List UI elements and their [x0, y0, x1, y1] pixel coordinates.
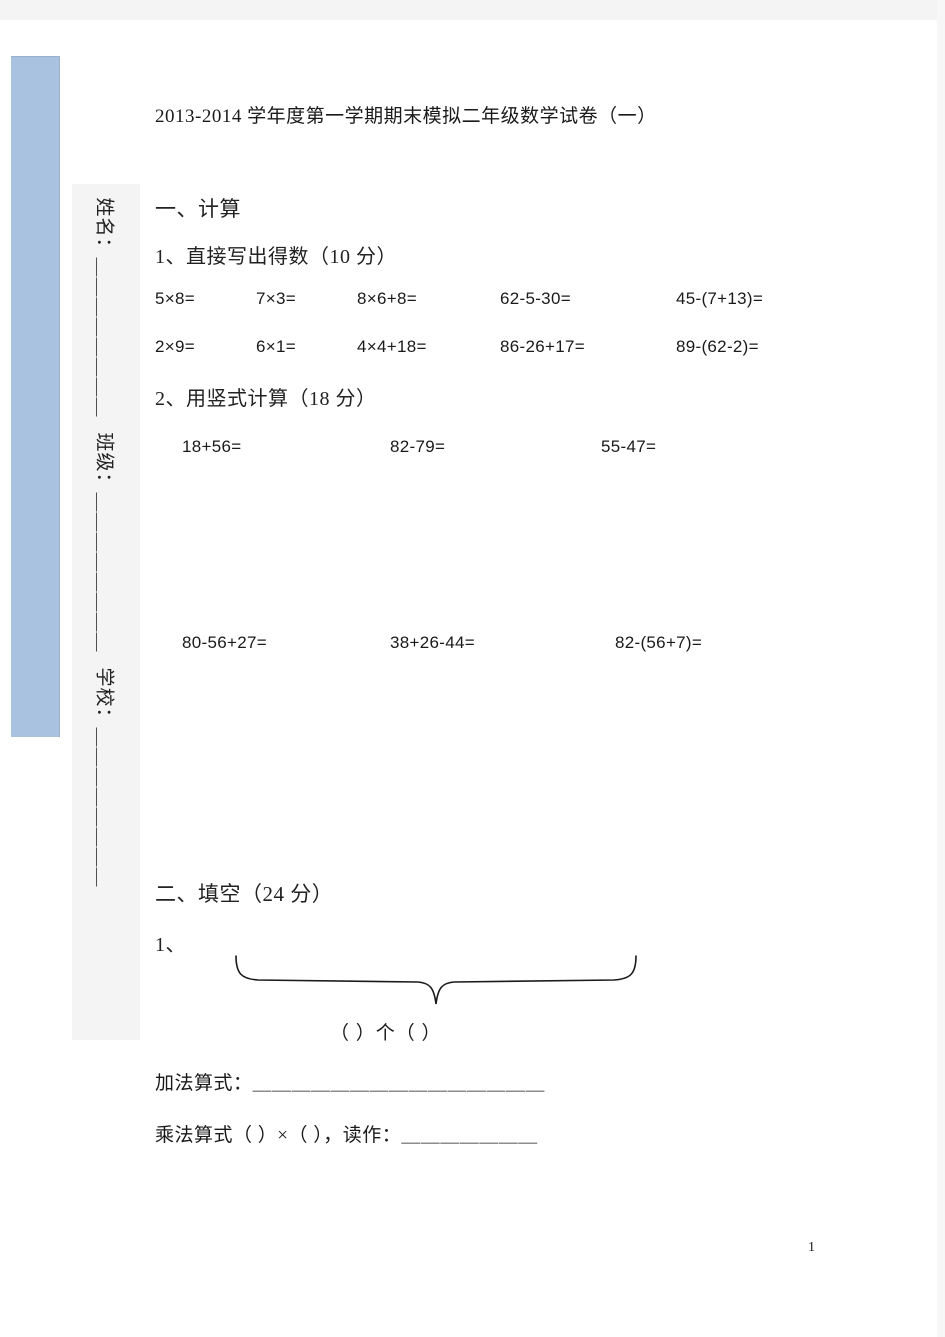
expression: 38+26-44= [390, 633, 475, 652]
section-heading-2: 二、填空（24 分） [155, 882, 334, 906]
curly-brace-diagram [232, 952, 640, 1010]
subsection-heading-1-1: 1、直接写出得数（10 分） [155, 246, 397, 268]
expression: 89-(62-2)= [676, 337, 759, 356]
curly-brace-icon [235, 955, 637, 1005]
expression: 55-47= [601, 437, 657, 456]
expression: 6×1= [256, 337, 296, 356]
document-content: 2013-2014 学年度第一学期期末模拟二年级数学试卷（一） 一、计算 1、直… [0, 0, 945, 1337]
expression: 80-56+27= [182, 633, 267, 652]
subsection-heading-2-1: 1、 [155, 934, 186, 956]
addition-formula-line[interactable]: 加法算式：＿＿＿＿＿＿＿＿＿＿＿＿＿＿＿ [155, 1068, 545, 1095]
expression: 18+56= [182, 437, 242, 456]
expression: 4×4+18= [357, 337, 427, 356]
expression: 62-5-30= [500, 289, 571, 308]
expression: 45-(7+13)= [676, 289, 764, 308]
page-root: 姓名：＿＿＿＿＿＿＿＿ 班级：＿＿＿＿＿＿＿＿ 学校：＿＿＿＿＿＿＿＿ 2013… [0, 0, 945, 1337]
section-heading-1: 一、计算 [155, 197, 241, 221]
brace-answer-blanks[interactable]: （ ）个（ ） [330, 1018, 442, 1045]
expression: 7×3= [256, 289, 296, 308]
subsection-heading-1-2: 2、用竖式计算（18 分） [155, 388, 377, 410]
expression: 82-79= [390, 437, 446, 456]
multiplication-formula-line[interactable]: 乘法算式（ ）×（ ），读作：＿＿＿＿＿＿＿ [155, 1120, 538, 1147]
expression: 2×9= [155, 337, 195, 356]
page-number: 1 [808, 1240, 815, 1255]
expression: 8×6+8= [357, 289, 417, 308]
expression: 86-26+17= [500, 337, 585, 356]
expression: 82-(56+7)= [615, 633, 703, 652]
document-title: 2013-2014 学年度第一学期期末模拟二年级数学试卷（一） [155, 106, 657, 127]
expression: 5×8= [155, 289, 195, 308]
